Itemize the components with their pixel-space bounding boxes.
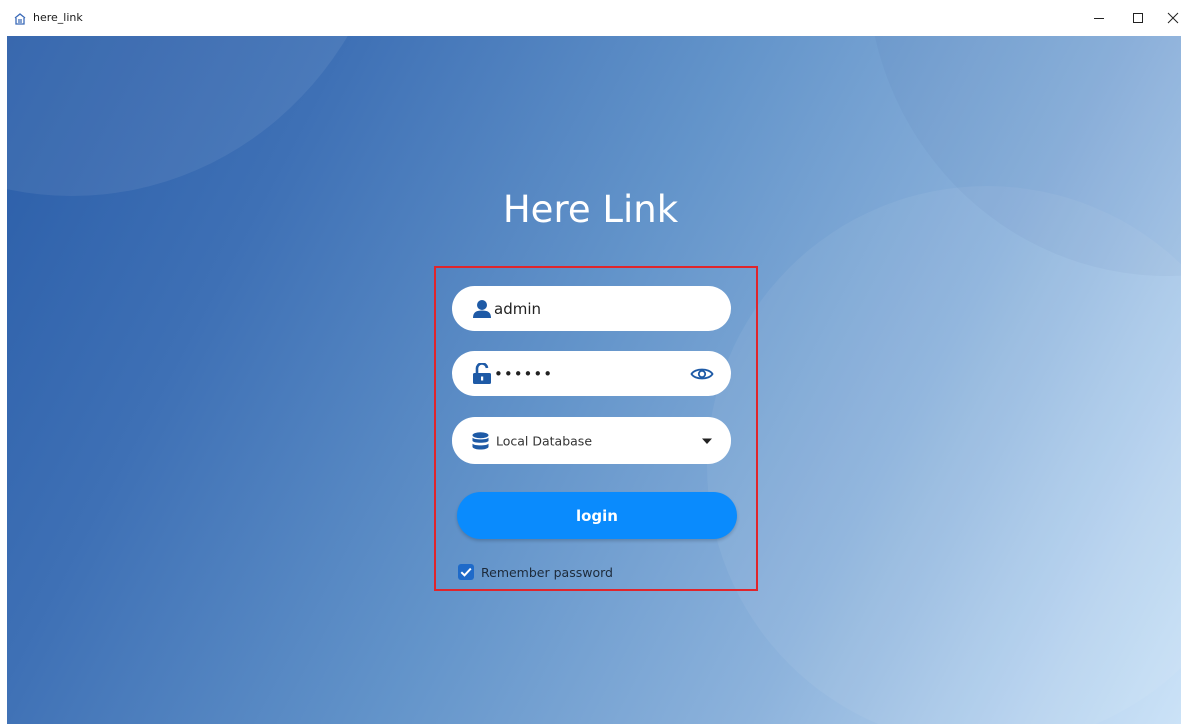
username-field[interactable] bbox=[452, 286, 731, 331]
close-icon bbox=[1167, 12, 1179, 24]
username-input[interactable] bbox=[494, 286, 694, 331]
unlock-icon bbox=[472, 362, 492, 385]
database-select[interactable]: Local Database bbox=[452, 417, 731, 464]
minimize-button[interactable] bbox=[1084, 6, 1114, 30]
remember-password-checkbox[interactable]: Remember password bbox=[458, 564, 613, 580]
app-heading: Here Link bbox=[502, 188, 679, 231]
maximize-button[interactable] bbox=[1123, 6, 1153, 30]
database-icon bbox=[472, 431, 489, 450]
app-icon bbox=[13, 12, 27, 25]
minimize-icon bbox=[1094, 18, 1104, 19]
caret-down-icon bbox=[701, 437, 713, 445]
maximize-icon bbox=[1133, 13, 1143, 23]
login-button[interactable]: login bbox=[457, 492, 737, 539]
remember-password-label: Remember password bbox=[481, 564, 613, 580]
eye-icon[interactable] bbox=[690, 366, 714, 382]
title-bar: here_link bbox=[0, 0, 1181, 36]
checkmark-icon[interactable] bbox=[458, 564, 474, 580]
password-field[interactable] bbox=[452, 351, 731, 396]
background-shape bbox=[7, 36, 397, 196]
password-input[interactable] bbox=[494, 351, 674, 396]
user-icon bbox=[472, 299, 492, 319]
database-selected-label: Local Database bbox=[496, 433, 593, 448]
window-title: here_link bbox=[33, 11, 83, 24]
close-button[interactable] bbox=[1158, 6, 1181, 30]
